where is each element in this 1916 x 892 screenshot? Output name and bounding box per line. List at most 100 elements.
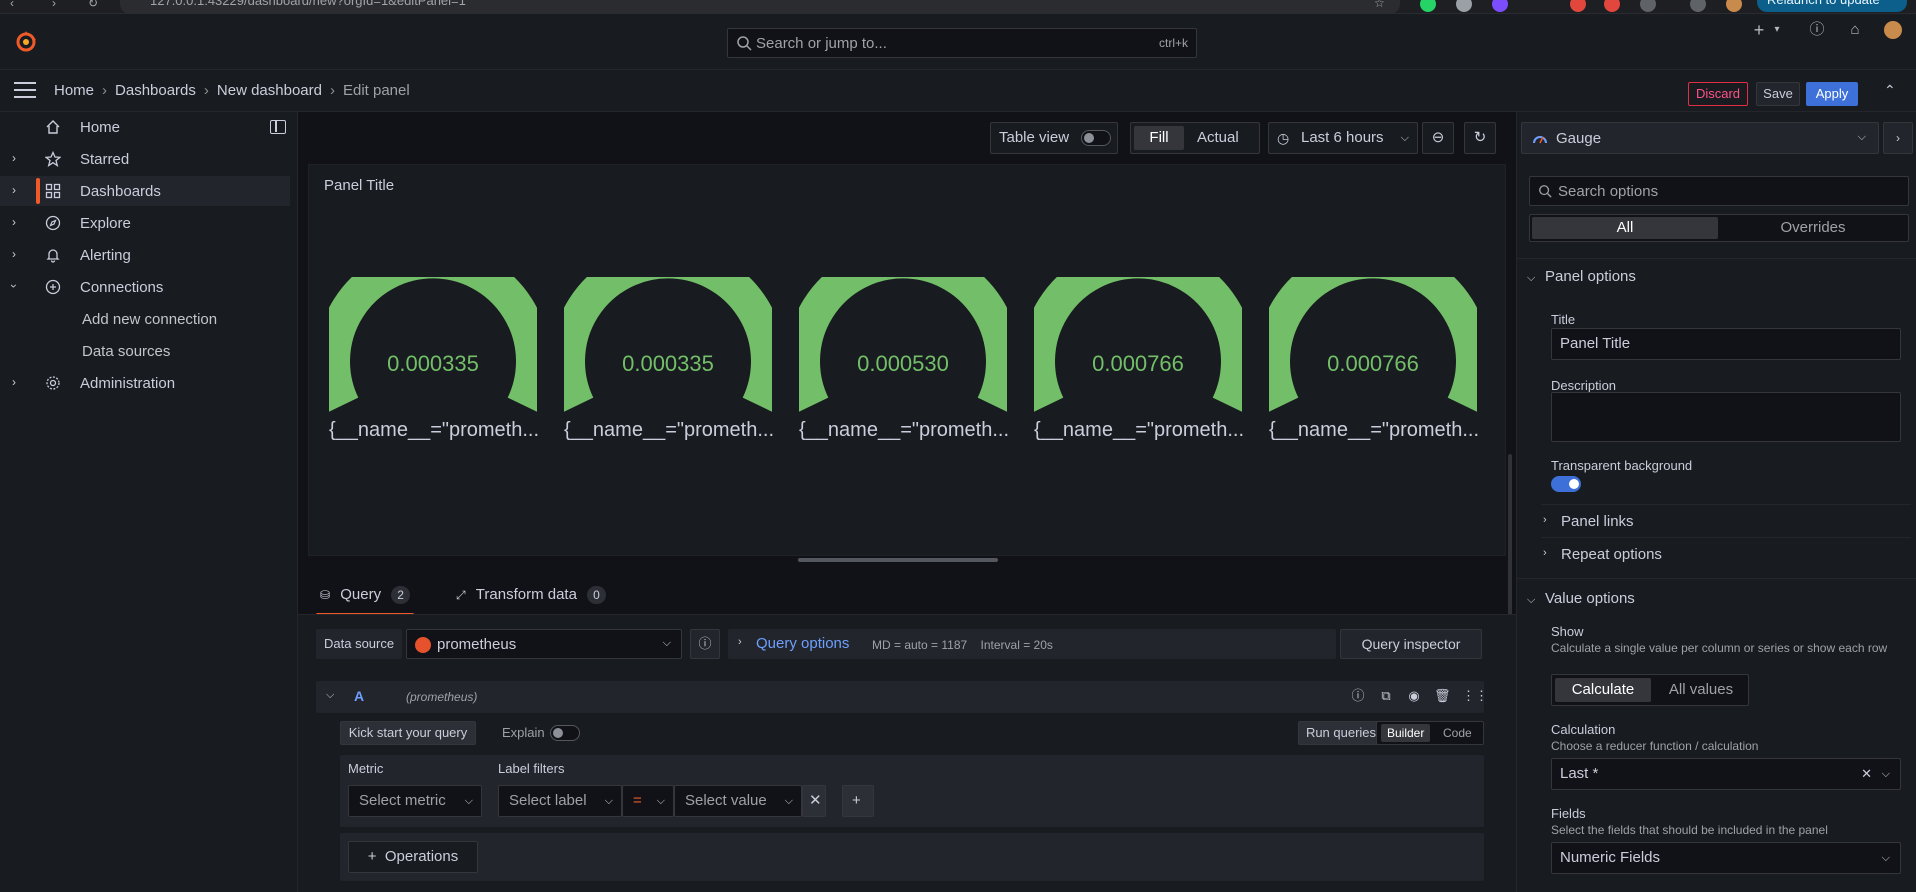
zoom-out-button[interactable]: ⊖ [1422, 122, 1454, 154]
add-filter-button[interactable]: + [842, 785, 874, 817]
table-view-switch[interactable] [1081, 130, 1111, 146]
run-queries-button[interactable]: Run queries [1298, 721, 1384, 745]
help-icon[interactable]: ⓘ [1350, 688, 1366, 704]
sidebar-item-dashboards[interactable]: › Dashboards [0, 176, 290, 206]
sidebar-item-add-new-connection[interactable]: Add new connection [0, 304, 290, 334]
red-extension-icon[interactable] [1604, 0, 1620, 12]
repeat-options-section[interactable]: › Repeat options [1541, 537, 1911, 569]
refresh-button[interactable]: ↻ [1464, 122, 1496, 154]
breadcrumb-home[interactable]: Home [54, 82, 94, 99]
sidebar-item-home[interactable]: Home [0, 112, 290, 142]
help-icon[interactable]: ⓘ [1808, 21, 1826, 39]
save-button[interactable]: Save [1756, 82, 1800, 106]
puzzle-extension-icon[interactable] [1640, 0, 1656, 12]
sidebar-item-administration[interactable]: › Administration [0, 368, 290, 398]
news-feed-icon[interactable]: ⌂ [1846, 21, 1864, 39]
shield-extension-icon[interactable] [1456, 0, 1472, 12]
sidebar-item-data-sources[interactable]: Data sources [0, 336, 290, 366]
chevron-down-icon[interactable]: ▾ [1768, 21, 1786, 39]
chevron-right-icon[interactable]: › [12, 183, 16, 197]
panel-resize-handle[interactable] [798, 558, 998, 562]
bookmark-star-icon[interactable]: ☆ [1374, 0, 1385, 10]
chevron-right-icon[interactable]: › [12, 215, 16, 229]
fill-button[interactable]: Fill [1134, 126, 1184, 150]
sidebar-item-connections[interactable]: › Connections [0, 272, 290, 302]
chevron-right-icon[interactable]: › [12, 151, 16, 165]
data-source-select[interactable]: prometheus ⌵ [406, 629, 682, 659]
tab-transform[interactable]: ⤢ Transform data 0 [456, 580, 606, 616]
drag-handle-icon[interactable]: ⋮⋮ [1462, 688, 1488, 704]
time-range-picker[interactable]: ◷ Last 6 hours ⌵ [1268, 122, 1418, 154]
query-ref-id[interactable]: A [354, 688, 364, 704]
apply-button[interactable]: Apply [1806, 82, 1858, 106]
actual-button[interactable]: Actual [1197, 123, 1239, 153]
data-source-help-button[interactable]: ⓘ [690, 629, 720, 659]
calculate-option[interactable]: Calculate [1555, 678, 1651, 702]
chevron-right-icon[interactable]: › [12, 247, 16, 261]
chevron-down-icon[interactable]: ⌵ [326, 689, 334, 702]
back-icon[interactable]: ‹ [10, 0, 14, 10]
chevron-down-icon: ⌵ [464, 795, 473, 807]
transparent-background-toggle[interactable] [1551, 476, 1581, 492]
reload-icon[interactable]: ↻ [88, 0, 98, 10]
breadcrumb-dashboards[interactable]: Dashboards [115, 82, 196, 99]
fields-select[interactable]: Numeric Fields ⌵ [1551, 842, 1901, 874]
calculation-select[interactable]: Last * ✕ ⌵ [1551, 758, 1901, 790]
query-row-header[interactable]: ⌵ A (prometheus) ⓘ ⧉ ◉ 🗑 ⋮⋮ [316, 681, 1488, 713]
chevron-right-icon[interactable]: › [12, 375, 16, 389]
remove-filter-button[interactable]: ✕ [802, 785, 826, 817]
extension-icon[interactable] [1492, 0, 1508, 12]
clear-icon[interactable]: ✕ [1861, 759, 1872, 789]
chevron-down-icon[interactable]: › [7, 284, 21, 288]
menu-toggle-icon[interactable] [14, 82, 36, 100]
tab-query[interactable]: ⛁ Query 2 [316, 580, 414, 616]
query-options-toggle[interactable]: › Query options MD = auto = 1187 Interva… [728, 629, 1336, 659]
discard-button[interactable]: Discard [1688, 82, 1748, 106]
show-label: Show [1551, 624, 1584, 639]
sidebar-item-alerting[interactable]: › Alerting [0, 240, 290, 270]
metric-select[interactable]: Select metric ⌵ [348, 785, 482, 817]
sidebar-item-explore[interactable]: › Explore [0, 208, 290, 238]
breadcrumb-new-dashboard[interactable]: New dashboard [217, 82, 322, 99]
visualization-picker[interactable]: Gauge ⌵ [1521, 122, 1879, 154]
operations-button[interactable]: + Operations [348, 841, 478, 873]
tab-overrides[interactable]: Overrides [1720, 217, 1906, 239]
media-icon[interactable] [1690, 0, 1706, 12]
profile-avatar-icon[interactable] [1726, 0, 1742, 12]
global-search-input[interactable]: Search or jump to... ctrl+k [727, 28, 1197, 58]
code-mode-button[interactable]: Code [1437, 724, 1478, 742]
sidebar-item-starred[interactable]: › Starred [0, 144, 290, 174]
panel-links-section[interactable]: › Panel links [1541, 504, 1911, 536]
chevron-up-icon[interactable]: ⌃ [1884, 82, 1896, 99]
new-plus-icon[interactable]: + [1750, 21, 1768, 39]
tab-all-options[interactable]: All [1532, 217, 1718, 239]
duplicate-icon[interactable]: ⧉ [1378, 688, 1394, 704]
label-select[interactable]: Select label ⌵ [498, 785, 622, 817]
builder-mode-button[interactable]: Builder [1381, 724, 1431, 742]
explain-toggle[interactable] [550, 725, 580, 741]
forward-icon[interactable]: › [52, 0, 56, 10]
panel-options-header[interactable]: ⌵ Panel options [1527, 268, 1636, 285]
relaunch-button[interactable]: Relaunch to update [1757, 0, 1907, 12]
description-textarea[interactable] [1551, 392, 1901, 442]
address-bar[interactable]: 127.0.0.1:43229/dashboard/new?orgId=1&ed… [120, 0, 1400, 14]
table-view-toggle[interactable]: Table view [990, 122, 1118, 154]
value-options-header[interactable]: ⌵ Value options [1527, 590, 1635, 607]
grafana-logo-icon[interactable] [14, 30, 38, 54]
value-select[interactable]: Select value ⌵ [674, 785, 802, 817]
operator-select[interactable]: = ⌵ [622, 785, 674, 817]
query-inspector-button[interactable]: Query inspector [1340, 629, 1482, 659]
dock-menu-icon[interactable] [270, 120, 286, 134]
panel-title-input[interactable]: Panel Title [1551, 328, 1901, 360]
eye-icon[interactable]: ◉ [1406, 688, 1422, 704]
youtube-extension-icon[interactable] [1570, 0, 1586, 12]
tab-transform-label: Transform data [475, 586, 577, 603]
collapse-options-button[interactable]: › [1883, 122, 1913, 154]
gauge-arc [329, 277, 537, 412]
kick-start-button[interactable]: Kick start your query [340, 721, 476, 745]
user-avatar[interactable] [1884, 21, 1902, 39]
trash-icon[interactable]: 🗑 [1434, 688, 1451, 704]
whatsapp-extension-icon[interactable] [1420, 0, 1436, 12]
options-search-input[interactable]: Search options [1529, 176, 1909, 206]
all-values-option[interactable]: All values [1656, 678, 1746, 702]
